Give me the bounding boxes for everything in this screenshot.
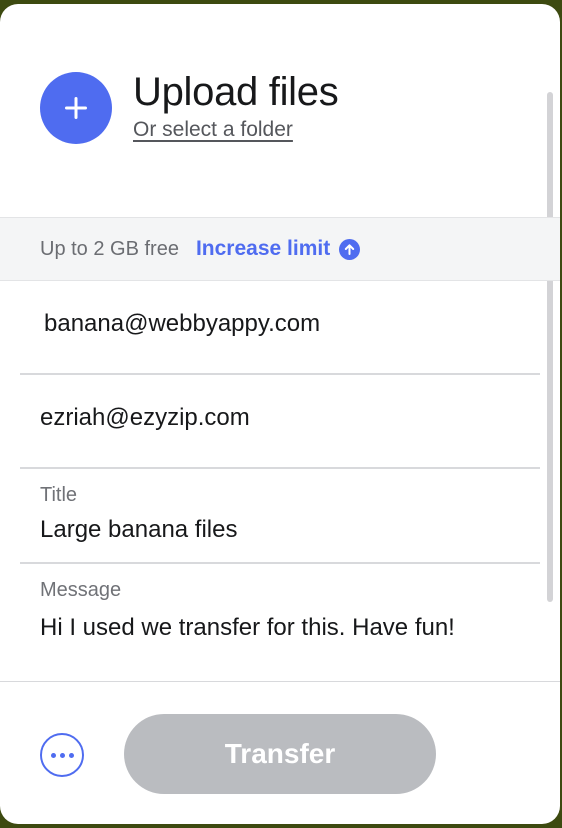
- scrollbar[interactable]: [547, 92, 553, 602]
- title-field[interactable]: Title Large banana files: [20, 469, 540, 564]
- email-to-field[interactable]: banana@webbyappy.com: [20, 281, 540, 375]
- title-value[interactable]: Large banana files: [40, 516, 237, 544]
- add-files-button[interactable]: [40, 72, 112, 144]
- transfer-button[interactable]: Transfer: [124, 714, 436, 794]
- message-label: Message: [40, 579, 122, 601]
- email-from-field[interactable]: ezriah@ezyzip.com: [20, 375, 540, 469]
- increase-limit-link[interactable]: Increase limit: [195, 237, 361, 261]
- email-to-value[interactable]: banana@webbyappy.com: [44, 310, 320, 338]
- limit-text: Up to 2 GB free: [40, 237, 179, 260]
- plus-icon: [65, 97, 87, 119]
- email-from-value[interactable]: ezriah@ezyzip.com: [40, 404, 250, 432]
- more-options-icon: [49, 752, 76, 758]
- message-field[interactable]: Message Hi I used we transfer for this. …: [20, 564, 540, 681]
- increase-limit-label: Increase limit: [195, 237, 331, 260]
- upload-text-group: Upload files Or select a folder: [133, 68, 339, 142]
- select-folder-link[interactable]: Or select a folder: [133, 118, 293, 142]
- upload-files-title[interactable]: Upload files: [133, 68, 339, 116]
- arrow-up-circle-icon: [339, 238, 361, 260]
- transfer-panel: Upload files Or select a folder Up to 2 …: [0, 4, 560, 824]
- title-label: Title: [40, 484, 78, 506]
- footer-divider: [0, 681, 560, 682]
- message-value[interactable]: Hi I used we transfer for this. Have fun…: [40, 611, 520, 644]
- more-options-button[interactable]: [40, 733, 84, 777]
- upload-header: Upload files Or select a folder: [40, 70, 339, 152]
- limit-bar: Up to 2 GB free Increase limit: [0, 217, 560, 281]
